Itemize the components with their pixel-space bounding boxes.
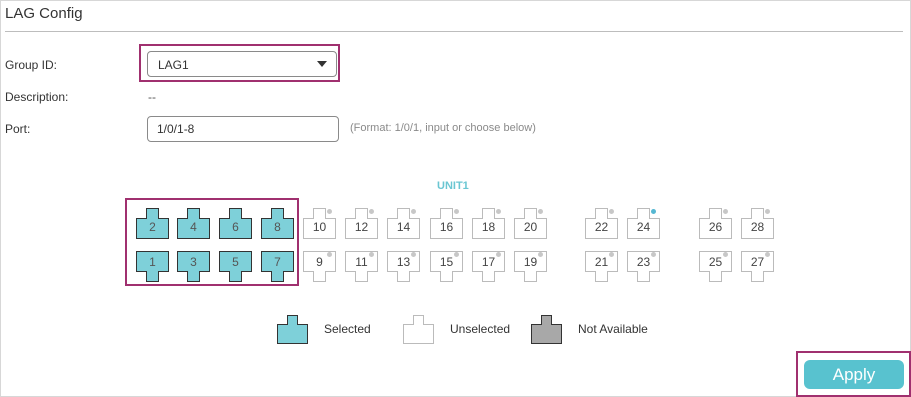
port-26[interactable]: 26 [699,208,732,239]
port-7[interactable]: 7 [261,251,294,282]
status-dot [411,209,416,214]
port-4[interactable]: 4 [177,208,210,239]
port-12[interactable]: 12 [345,208,378,239]
port-number: 11 [355,255,368,269]
selected-port-icon [277,315,308,344]
status-dot [609,209,614,214]
status-dot [723,209,728,214]
port-number: 8 [274,220,281,234]
unselected-port-icon [403,315,434,344]
port-number: 26 [708,220,723,234]
legend-not-available-label: Not Available [578,322,648,336]
port-16[interactable]: 16 [430,208,463,239]
group-id-label: Group ID: [5,58,58,72]
title-divider [5,31,903,32]
port-number: 10 [312,220,327,234]
port-number: 3 [190,255,197,269]
port-number: 6 [232,220,239,234]
port-24[interactable]: 24 [627,208,660,239]
port-25[interactable]: 25 [699,251,732,282]
port-23[interactable]: 23 [627,251,660,282]
description-value: -- [148,90,156,104]
status-dot [765,209,770,214]
port-6[interactable]: 6 [219,208,252,239]
port-input[interactable] [147,116,339,142]
port-1[interactable]: 1 [136,251,169,282]
group-id-value: LAG1 [158,58,189,72]
port-28[interactable]: 28 [741,208,774,239]
port-number: 21 [594,255,609,269]
port-14[interactable]: 14 [387,208,420,239]
port-number: 12 [354,220,369,234]
port-3[interactable]: 3 [177,251,210,282]
port-number: 4 [190,220,197,234]
port-number: 24 [636,220,651,234]
port-number: 22 [594,220,609,234]
port-number: 28 [750,220,765,234]
port-9[interactable]: 9 [303,251,336,282]
port-number: 18 [481,220,496,234]
legend-selected-label: Selected [324,322,371,336]
port-13[interactable]: 13 [387,251,420,282]
port-20[interactable]: 20 [514,208,547,239]
port-21[interactable]: 21 [585,251,618,282]
port-number: 13 [396,255,411,269]
port-number: 2 [149,220,156,234]
port-number: 15 [439,255,454,269]
apply-button[interactable]: Apply [804,360,904,389]
port-11[interactable]: 11 [345,251,378,282]
port-number: 16 [439,220,454,234]
description-label: Description: [5,90,69,104]
unit-title: UNIT1 [437,180,469,192]
port-15[interactable]: 15 [430,251,463,282]
not-available-port-icon [531,315,562,344]
port-8[interactable]: 8 [261,208,294,239]
legend-unselected-label: Unselected [450,322,511,336]
port-2[interactable]: 2 [136,208,169,239]
status-dot [369,209,374,214]
port-number: 7 [274,255,281,269]
status-dot [496,209,501,214]
port-number: 19 [523,255,538,269]
port-number: 1 [149,255,156,269]
port-22[interactable]: 22 [585,208,618,239]
group-id-select[interactable]: LAG1 [147,51,337,77]
port-number: 17 [481,255,496,269]
port-19[interactable]: 19 [514,251,547,282]
port-5[interactable]: 5 [219,251,252,282]
status-dot [454,209,459,214]
port-number: 23 [636,255,651,269]
status-dot [538,209,543,214]
chevron-down-icon [317,61,327,67]
port-number: 5 [232,255,239,269]
port-17[interactable]: 17 [472,251,505,282]
port-18[interactable]: 18 [472,208,505,239]
port-number: 20 [523,220,538,234]
status-dot [327,209,332,214]
panel-title: LAG Config [5,5,83,22]
port-number: 25 [708,255,723,269]
port-27[interactable]: 27 [741,251,774,282]
port-format-hint: (Format: 1/0/1, input or choose below) [350,122,536,134]
link-status-dot [651,209,656,214]
port-10[interactable]: 10 [303,208,336,239]
port-number: 9 [316,255,323,269]
port-number: 14 [396,220,411,234]
port-number: 27 [750,255,765,269]
port-label: Port: [5,122,31,136]
